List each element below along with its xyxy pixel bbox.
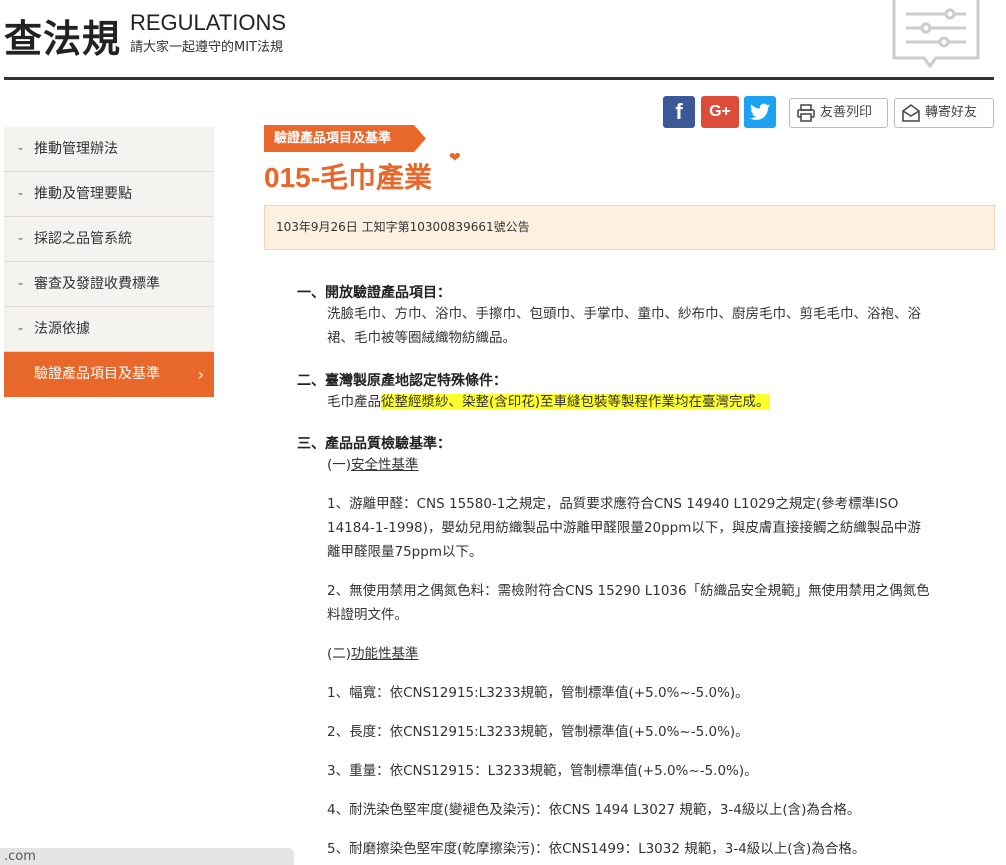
twitter-share-button[interactable] bbox=[744, 96, 776, 128]
dash-bullet: - bbox=[18, 366, 24, 382]
printer-icon bbox=[797, 104, 815, 122]
section-text-line: 洗臉毛巾、方巾、浴巾、手擦巾、包頭巾、手掌巾、童巾、紗布巾、廚房毛巾、剪毛毛巾、… bbox=[327, 306, 921, 322]
sidebar-item-promotion-rules[interactable]: - 推動管理辦法 bbox=[4, 127, 214, 172]
sidebar-item-label: 採認之品管系統 bbox=[34, 231, 132, 247]
google-plus-share-button[interactable]: G+ bbox=[701, 96, 739, 128]
criteria-line: 2、無使用禁用之偶氮色料：需檢附符合CNS 15290 L1036「紡織品安全規… bbox=[327, 583, 930, 599]
sidebar-item-label: 推動管理辦法 bbox=[34, 141, 118, 157]
criteria-line: 1、游離甲醛：CNS 15580-1之規定，品質要求應符合CNS 14940 L… bbox=[327, 496, 899, 512]
print-button[interactable]: 友善列印 bbox=[789, 98, 888, 128]
header-title: 查法規 bbox=[4, 17, 122, 61]
section-heading: 二、臺灣製原產地認定特殊條件： bbox=[297, 373, 507, 389]
criteria-line: 料證明文件。 bbox=[327, 607, 408, 623]
criteria-line: 3、重量：依CNS12915：L3233規範，管制標準值(+5.0%~-5.0%… bbox=[327, 763, 758, 779]
subsection-prefix: (一) bbox=[327, 457, 352, 473]
sidebar-item-fee-standards[interactable]: - 審查及發證收費標準 bbox=[4, 262, 214, 307]
subsection-prefix: (二) bbox=[327, 646, 352, 662]
sidebar-item-legal-basis[interactable]: - 法源依據 bbox=[4, 307, 214, 352]
subsection-heading: (二)功能性基準 bbox=[327, 642, 419, 666]
page-header: 查法規 REGULATIONS 請大家一起遵守的MIT法規 bbox=[0, 0, 1006, 80]
sidebar-item-management-points[interactable]: - 推動及管理要點 bbox=[4, 172, 214, 217]
criteria-line: 1、幅寬：依CNS12915:L3233規範，管制標準值(+5.0%~-5.0%… bbox=[327, 685, 749, 701]
section-heading: 一、開放驗證產品項目： bbox=[297, 285, 451, 301]
dash-bullet: - bbox=[18, 231, 24, 247]
status-url-bar: .com bbox=[0, 848, 294, 865]
section-text-line: 裙、毛巾被等圈絨織物紡織品。 bbox=[327, 330, 516, 346]
criteria-line: 2、長度：依CNS12915:L3233規範，管制標準值(+5.0%~-5.0%… bbox=[327, 724, 749, 740]
header-title-en: REGULATIONS bbox=[130, 10, 287, 35]
criteria-line: 14184-1-1998)，嬰幼兒用紡織製品中游離甲醛限量20ppm以下，與皮膚… bbox=[327, 520, 921, 536]
page-title: 015-毛巾產業 bbox=[264, 162, 433, 193]
facebook-share-button[interactable]: f bbox=[663, 96, 695, 128]
sidebar-item-quality-systems[interactable]: - 採認之品管系統 bbox=[4, 217, 214, 262]
announcement-notice: 103年9月26日 工知字第10300839661號公告 bbox=[264, 205, 995, 250]
origin-prefix: 毛巾產品 bbox=[327, 394, 381, 410]
heart-icon: ❤ bbox=[449, 150, 461, 166]
criteria-line: 4、耐洗染色堅牢度(變褪色及染污)：依CNS 1494 L3027 規範，3-4… bbox=[327, 802, 861, 818]
sidebar-nav: - 推動管理辦法 - 推動及管理要點 - 採認之品管系統 - 審查及發證收費標準 - 法源… bbox=[4, 127, 214, 397]
sidebar-item-label: 法源依據 bbox=[34, 321, 90, 337]
document-illustration-icon bbox=[892, 0, 980, 69]
chevron-right-icon: › bbox=[197, 365, 204, 384]
subsection-title: 功能性基準 bbox=[351, 646, 419, 662]
sidebar-item-certified-products[interactable]: - 驗證產品項目及基準 › bbox=[4, 352, 214, 397]
header-divider bbox=[4, 77, 994, 80]
envelope-icon bbox=[902, 104, 920, 122]
subsection-title: 安全性基準 bbox=[351, 457, 419, 473]
sidebar-item-label: 推動及管理要點 bbox=[34, 186, 132, 202]
highlighted-text: 從整經漿紗、染整(含印花)至車縫包裝等製程作業均在臺灣完成。 bbox=[381, 394, 770, 410]
dash-bullet: - bbox=[18, 186, 24, 202]
facebook-icon: f bbox=[675, 99, 683, 124]
header-subtitle: 請大家一起遵守的MIT法規 bbox=[130, 40, 283, 55]
section-heading: 三、產品品質檢驗基準： bbox=[297, 436, 451, 452]
email-label: 轉寄好友 bbox=[925, 105, 978, 120]
subsection-heading: (一)安全性基準 bbox=[327, 453, 419, 477]
sidebar-item-label: 審查及發證收費標準 bbox=[34, 276, 160, 292]
section-text-line: 毛巾產品從整經漿紗、染整(含印花)至車縫包裝等製程作業均在臺灣完成。 bbox=[327, 390, 770, 414]
criteria-line: 5、耐磨擦染色堅牢度(乾摩擦染污)：依CNS1499：L3032 規範，3-4級… bbox=[327, 841, 866, 857]
category-tag-label: 驗證產品項目及基準 bbox=[274, 131, 392, 146]
twitter-bird-icon bbox=[750, 103, 770, 120]
email-friend-button[interactable]: 轉寄好友 bbox=[894, 98, 994, 128]
dash-bullet: - bbox=[18, 276, 24, 292]
google-plus-icon: G+ bbox=[709, 103, 731, 120]
dash-bullet: - bbox=[18, 321, 24, 337]
dash-bullet: - bbox=[18, 141, 24, 157]
sidebar-item-label: 驗證產品項目及基準 bbox=[34, 366, 160, 382]
criteria-line: 離甲醛限量75ppm以下。 bbox=[327, 544, 483, 560]
print-label: 友善列印 bbox=[820, 105, 873, 120]
category-tag: 驗證產品項目及基準 bbox=[264, 125, 426, 152]
